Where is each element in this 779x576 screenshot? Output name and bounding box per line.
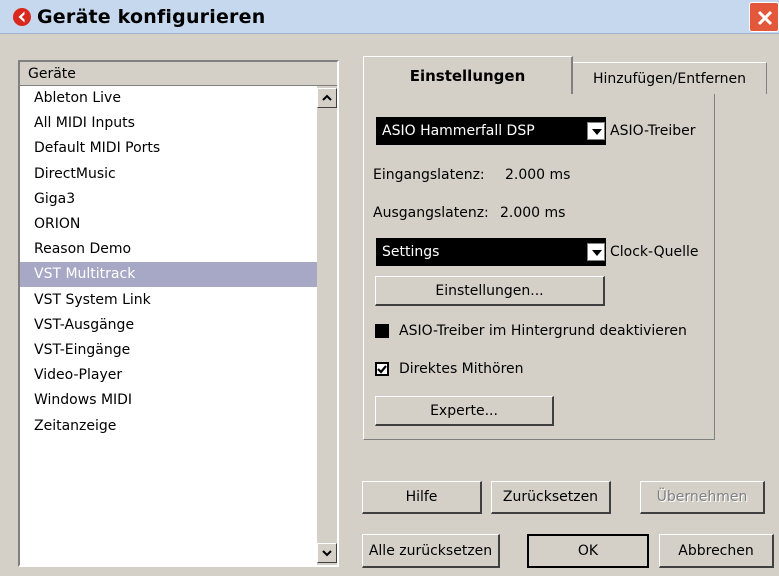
title-bar[interactable]: Geräte konfigurieren	[0, 0, 779, 34]
direct-monitoring-label: Direktes Mithören	[399, 361, 524, 377]
list-item[interactable]: Video-Player	[20, 363, 317, 388]
window-title: Geräte konfigurieren	[37, 6, 266, 28]
ok-button[interactable]: OK	[527, 534, 649, 568]
device-list: Geräte Ableton Live All MIDI Inputs Defaul…	[18, 60, 339, 567]
scroll-up-button[interactable]	[317, 88, 337, 108]
direct-monitoring-checkbox[interactable]	[375, 362, 389, 376]
device-list-header: Geräte	[20, 62, 337, 86]
list-item[interactable]: VST-Eingänge	[20, 338, 317, 363]
device-list-items: Ableton Live All MIDI Inputs Default MIDI …	[20, 86, 317, 565]
reset-all-button[interactable]: Alle zurücksetzen	[362, 534, 500, 568]
list-item[interactable]: VST System Link	[20, 288, 317, 313]
clock-source-select[interactable]: Settings	[376, 238, 606, 266]
reset-button[interactable]: Zurücksetzen	[491, 481, 611, 514]
list-item[interactable]: VST Multitrack	[20, 262, 317, 288]
list-item[interactable]: DirectMusic	[20, 162, 317, 187]
apply-button[interactable]: Übernehmen	[640, 481, 765, 514]
close-button[interactable]	[749, 2, 779, 32]
settings-panel	[363, 94, 715, 440]
dropdown-arrow-icon	[587, 243, 605, 261]
list-item[interactable]: Zeitanzeige	[20, 414, 317, 439]
list-item[interactable]: Reason Demo	[20, 237, 317, 262]
clock-source-value: Settings	[382, 244, 440, 260]
list-item[interactable]: Default MIDI Ports	[20, 136, 317, 161]
tab-settings[interactable]: Einstellungen	[363, 56, 573, 94]
asio-driver-select[interactable]: ASIO Hammerfall DSP	[376, 117, 606, 145]
asio-driver-label: ASIO-Treiber	[610, 123, 696, 139]
device-list-scrollbar[interactable]	[317, 86, 337, 565]
dropdown-arrow-icon	[587, 122, 605, 140]
deactivate-background-label: ASIO-Treiber im Hintergrund deaktivieren	[399, 323, 687, 339]
device-settings-button[interactable]: Einstellungen...	[375, 276, 605, 306]
help-button[interactable]: Hilfe	[362, 481, 482, 514]
expert-button[interactable]: Experte...	[375, 396, 554, 426]
list-item[interactable]: All MIDI Inputs	[20, 111, 317, 136]
list-item[interactable]: Ableton Live	[20, 86, 317, 111]
list-item[interactable]: VST-Ausgänge	[20, 313, 317, 338]
deactivate-background-option[interactable]: ASIO-Treiber im Hintergrund deaktivieren	[375, 320, 705, 342]
scroll-down-button[interactable]	[317, 543, 337, 563]
input-latency-value: 2.000 ms	[505, 167, 571, 183]
list-item[interactable]: ORION	[20, 212, 317, 237]
input-latency-label: Eingangslatenz:	[373, 167, 485, 183]
asio-driver-value: ASIO Hammerfall DSP	[382, 123, 535, 139]
tab-add-remove[interactable]: Hinzufügen/Entfernen	[573, 62, 767, 94]
output-latency-label: Ausgangslatenz:	[373, 205, 489, 221]
list-item[interactable]: Windows MIDI	[20, 388, 317, 413]
clock-source-label: Clock-Quelle	[610, 244, 699, 260]
deactivate-background-checkbox[interactable]	[375, 324, 389, 338]
app-logo-icon	[12, 7, 32, 27]
direct-monitoring-option[interactable]: Direktes Mithören	[375, 358, 575, 380]
output-latency-value: 2.000 ms	[500, 205, 566, 221]
cancel-button[interactable]: Abbrechen	[659, 534, 774, 568]
list-item[interactable]: Giga3	[20, 187, 317, 212]
